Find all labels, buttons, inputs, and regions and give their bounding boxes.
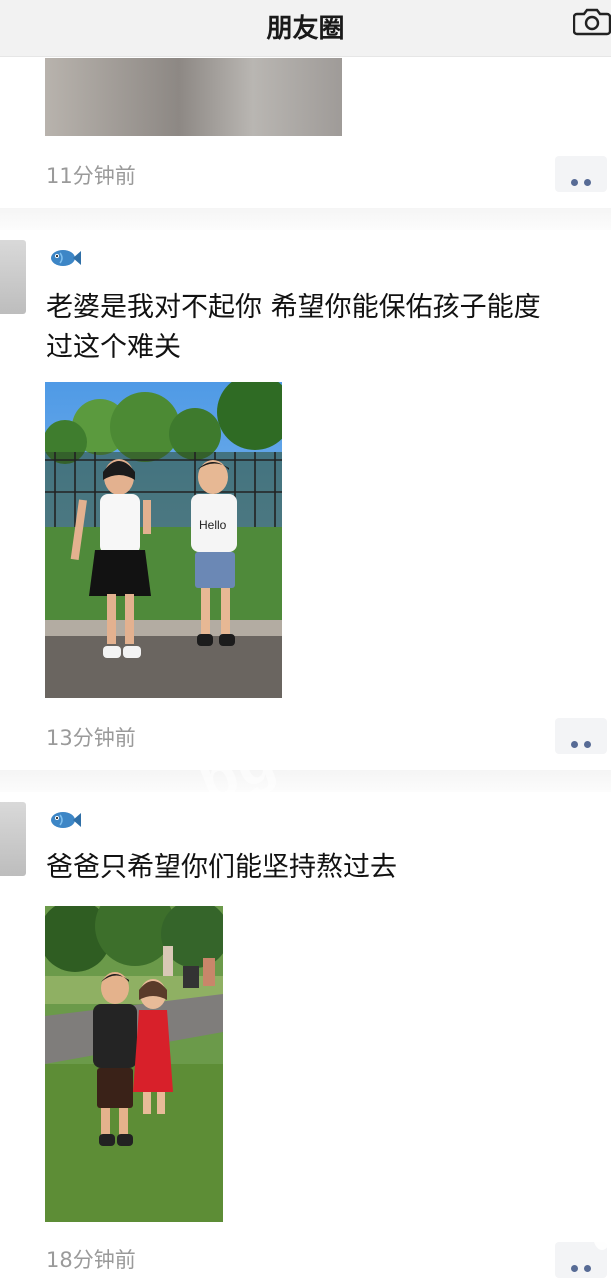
post-text-line: 爸爸只希望你们能坚持熬过去 [46, 852, 397, 883]
avatar[interactable] [0, 240, 26, 314]
top-bar: 朋友圈 [0, 0, 611, 57]
post-image[interactable]: Hello [45, 382, 282, 698]
more-dots-icon [571, 1257, 597, 1276]
fish-icon [48, 246, 82, 270]
post-divider [0, 208, 611, 230]
page-title: 朋友圈 [266, 14, 345, 44]
post-timestamp: 18分钟前 [46, 1248, 136, 1272]
more-button[interactable] [555, 156, 607, 192]
post-timestamp: 13分钟前 [46, 726, 136, 750]
post-timestamp: 11分钟前 [46, 164, 136, 188]
avatar[interactable] [0, 802, 26, 876]
camera-icon[interactable] [572, 6, 611, 36]
more-dots-icon [571, 733, 597, 752]
more-dots-icon [571, 171, 597, 190]
screen-glare [593, 1220, 611, 1250]
fish-icon [48, 808, 82, 832]
post-image[interactable] [45, 58, 342, 136]
post-image[interactable] [45, 906, 223, 1222]
shirt-text: Hello [199, 518, 227, 532]
more-button[interactable] [555, 718, 607, 754]
post-text-line: 过这个难关 [46, 332, 181, 363]
watermark: bg88 [188, 697, 352, 816]
post-text-line: 老婆是我对不起你 希望你能保佑孩子能度 [46, 292, 541, 323]
